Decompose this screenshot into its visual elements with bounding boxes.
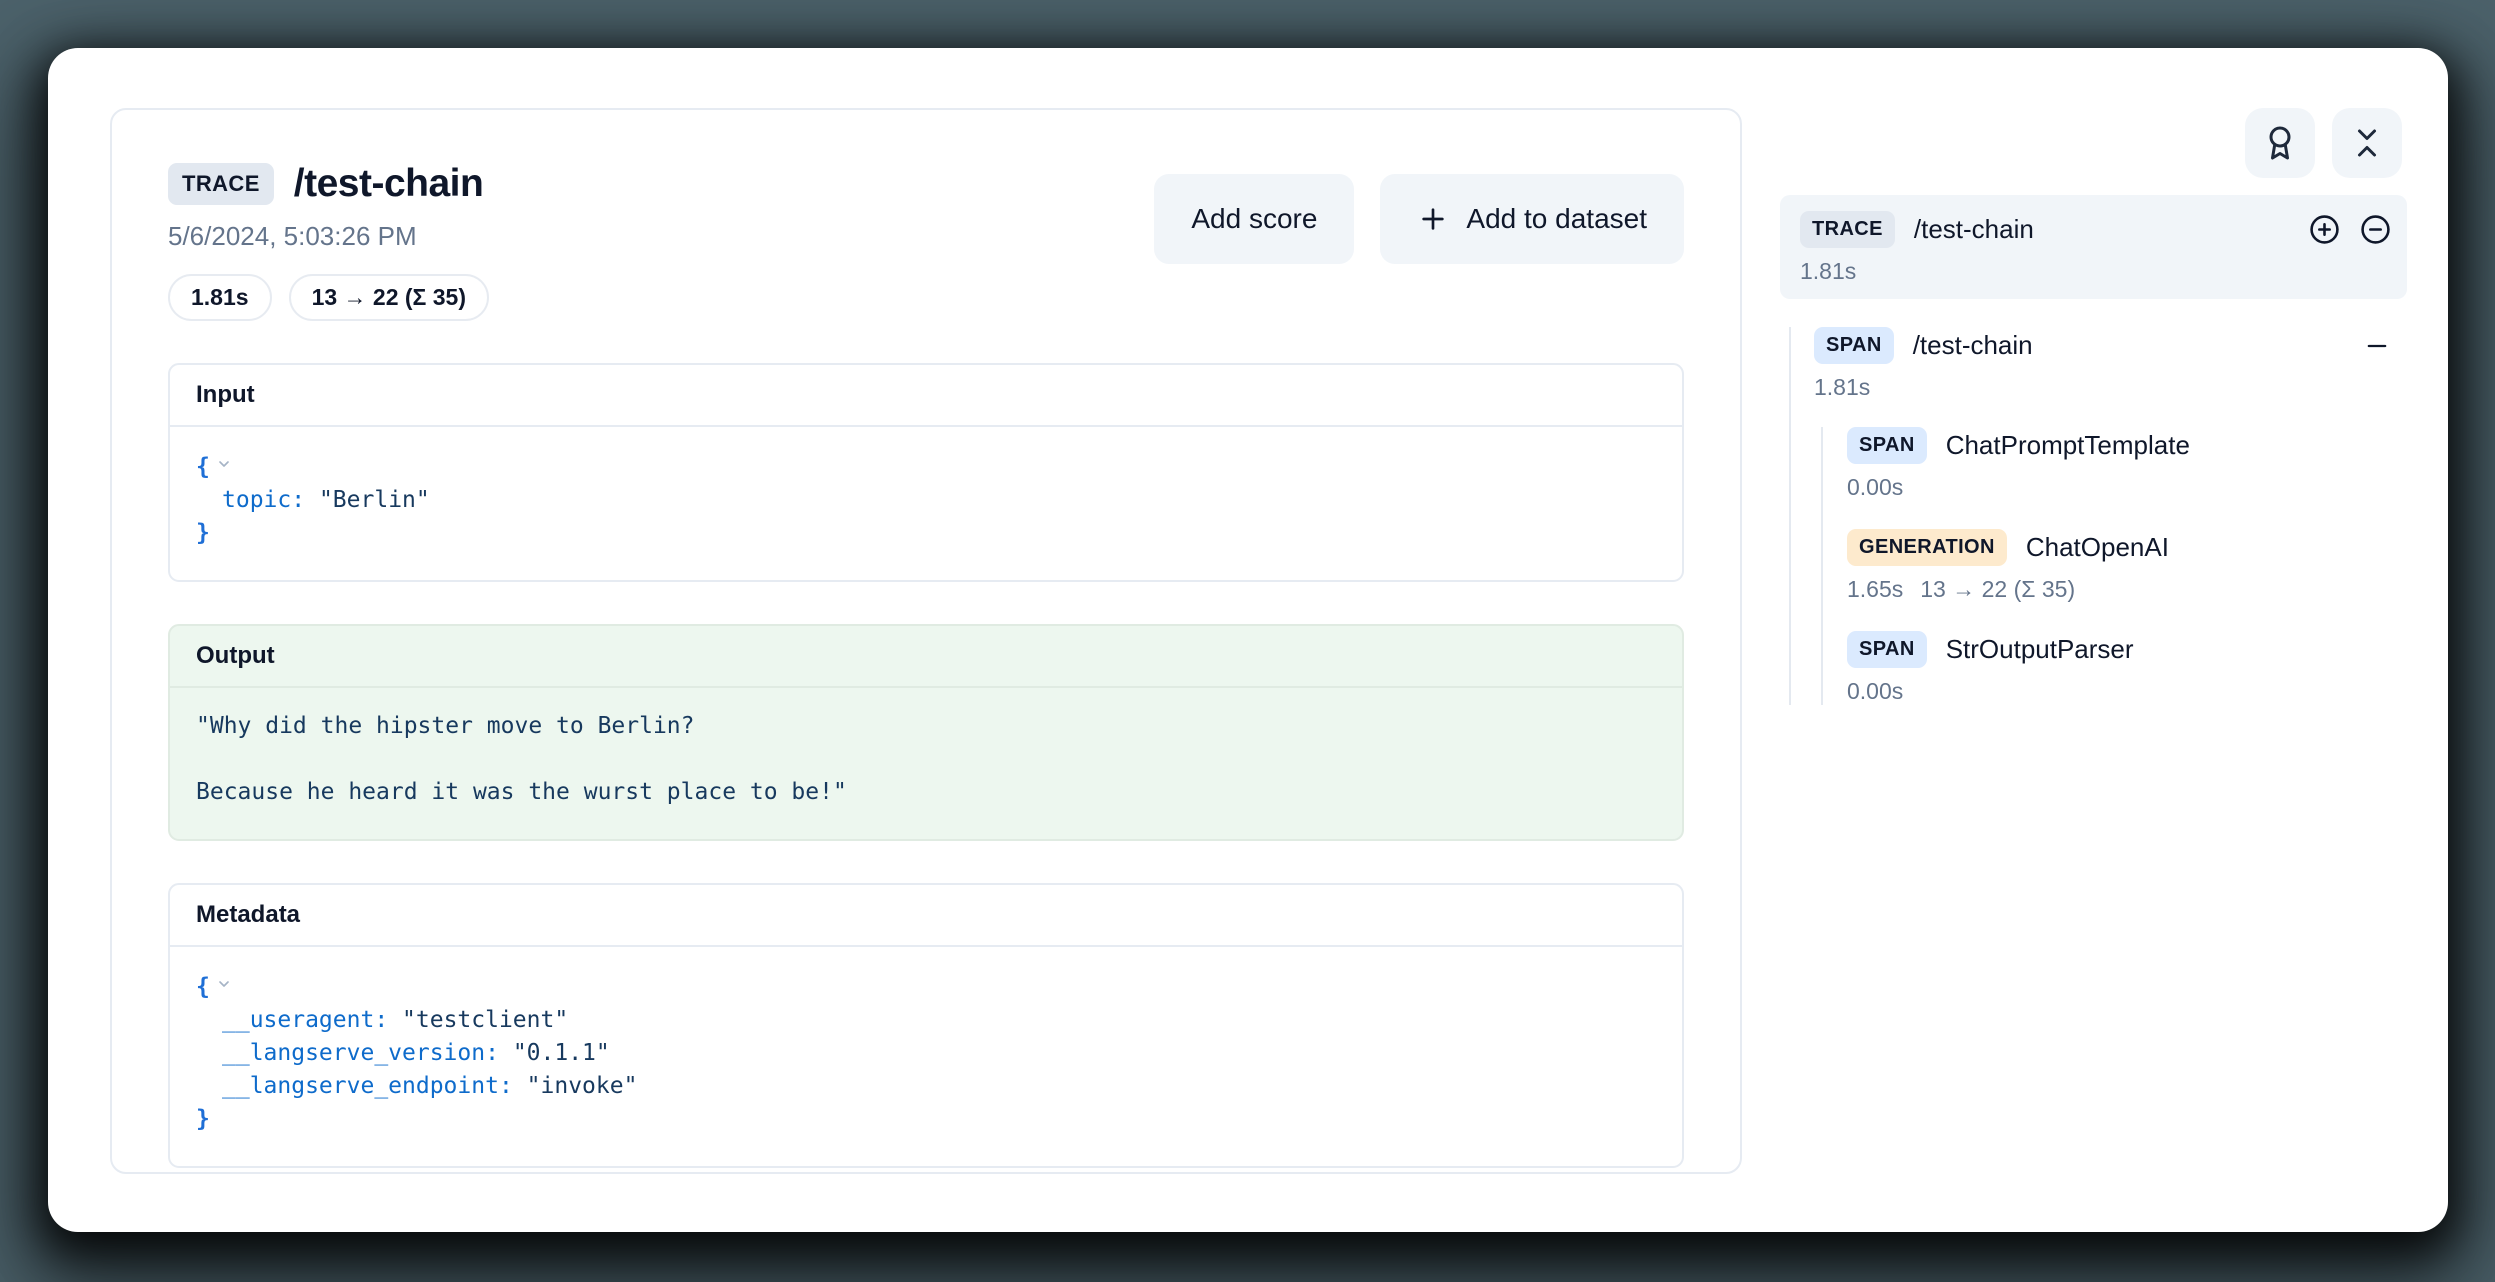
output-line-1: "Why did the hipster move to Berlin? — [196, 710, 1656, 743]
generation-badge: GENERATION — [1847, 529, 2007, 566]
tree-item-duration: 1.81s — [1800, 258, 2391, 285]
json-key: topic: — [222, 487, 305, 513]
token-usage-pill: 13 → 22 (Σ 35) — [289, 274, 489, 321]
award-icon — [2262, 125, 2298, 161]
annotate-button[interactable] — [2245, 108, 2315, 178]
input-panel: Input { topic: "Berlin" } — [168, 363, 1684, 582]
tree-item-duration: 0.00s — [1847, 678, 2407, 705]
span-badge: SPAN — [1814, 327, 1894, 364]
app-window: TRACE /test-chain 5/6/2024, 5:03:26 PM 1… — [48, 48, 2448, 1232]
tree-item-tokens: 13 → 22 (Σ 35) — [1920, 576, 2075, 602]
tree-item-chatprompttemplate[interactable]: SPAN ChatPromptTemplate 0.00s — [1847, 427, 2407, 501]
tree-item-name: /test-chain — [1913, 330, 2033, 361]
json-value: "invoke" — [527, 1073, 638, 1099]
tree-item-duration: 1.81s — [1814, 374, 2407, 401]
tree-item-duration: 1.65s13 → 22 (Σ 35) — [1847, 576, 2407, 603]
output-line-2: Because he heard it was the wurst place … — [196, 776, 1656, 809]
output-panel: Output "Why did the hipster move to Berl… — [168, 624, 1684, 841]
chevrons-down-up-icon — [2349, 125, 2385, 161]
trace-timestamp: 5/6/2024, 5:03:26 PM — [168, 221, 489, 252]
chevron-down-icon[interactable] — [216, 969, 232, 1002]
add-to-dataset-button[interactable]: Add to dataset — [1380, 174, 1684, 264]
tree-root-actions — [2309, 214, 2391, 245]
json-value: "0.1.1" — [513, 1040, 610, 1066]
trace-header-actions: Add score Add to dataset — [1154, 174, 1684, 264]
json-key: __useragent: — [222, 1007, 388, 1033]
json-close-brace: } — [196, 1106, 210, 1132]
span-badge: SPAN — [1847, 631, 1927, 668]
trace-header-left: TRACE /test-chain 5/6/2024, 5:03:26 PM 1… — [168, 162, 489, 321]
tree-item-name: /test-chain — [1914, 214, 2034, 245]
tree-level-1: SPAN /test-chain 1.81s SPAN ChatPromptTe… — [1789, 327, 2407, 705]
tree-item-name: StrOutputParser — [1946, 634, 2134, 665]
trace-stats-row: 1.81s 13 → 22 (Σ 35) — [168, 274, 489, 321]
trace-detail-card: TRACE /test-chain 5/6/2024, 5:03:26 PM 1… — [110, 108, 1742, 1174]
metadata-panel: Metadata { __useragent: "testclient" __l… — [168, 883, 1684, 1168]
json-key: __langserve_endpoint: — [222, 1073, 513, 1099]
tree-item-duration: 0.00s — [1847, 474, 2407, 501]
json-entry: __langserve_endpoint: "invoke" — [196, 1070, 1656, 1103]
tree-item-stroutputparser[interactable]: SPAN StrOutputParser 0.00s — [1847, 631, 2407, 705]
tree-item-span-root[interactable]: SPAN /test-chain 1.81s — [1814, 327, 2407, 401]
minus-icon[interactable] — [2363, 332, 2391, 360]
tree-item-chatopenai[interactable]: GENERATION ChatOpenAI 1.65s13 → 22 (Σ 35… — [1847, 529, 2407, 603]
output-blank-line — [196, 743, 1656, 776]
add-score-label: Add score — [1191, 203, 1317, 235]
json-entry: __useragent: "testclient" — [196, 1004, 1656, 1037]
metadata-panel-title: Metadata — [170, 885, 1682, 947]
metadata-json-viewer: { __useragent: "testclient" __langserve_… — [170, 947, 1682, 1166]
collapse-all-button[interactable] — [2332, 108, 2402, 178]
trace-header: TRACE /test-chain 5/6/2024, 5:03:26 PM 1… — [168, 162, 1684, 321]
input-json-viewer: { topic: "Berlin" } — [170, 427, 1682, 580]
json-key: __langserve_version: — [222, 1040, 499, 1066]
circle-plus-icon[interactable] — [2309, 214, 2340, 245]
trace-badge: TRACE — [1800, 211, 1895, 248]
page-title: /test-chain — [294, 162, 484, 206]
tree-level-2: SPAN ChatPromptTemplate 0.00s GENERATION… — [1821, 427, 2407, 705]
page-background: { "header": { "type_badge": "TRACE", "ti… — [0, 0, 2495, 1282]
trace-tree: TRACE /test-chain 1.81s SPAN /test-chain… — [1780, 195, 2407, 705]
latency-pill: 1.81s — [168, 274, 272, 321]
json-open-brace: { — [196, 454, 210, 480]
json-value: "testclient" — [402, 1007, 568, 1033]
json-entry: __langserve_version: "0.1.1" — [196, 1037, 1656, 1070]
json-open-brace: { — [196, 974, 210, 1000]
output-panel-title: Output — [170, 626, 1682, 688]
tree-item-trace-root[interactable]: TRACE /test-chain 1.81s — [1780, 195, 2407, 299]
json-close-brace: } — [196, 520, 210, 546]
span-badge: SPAN — [1847, 427, 1927, 464]
chevron-down-icon[interactable] — [216, 449, 232, 482]
add-score-button[interactable]: Add score — [1154, 174, 1354, 264]
trace-type-badge: TRACE — [168, 163, 274, 205]
output-content: "Why did the hipster move to Berlin? Bec… — [170, 688, 1682, 839]
tree-item-name: ChatPromptTemplate — [1946, 430, 2190, 461]
json-value: "Berlin" — [319, 487, 430, 513]
input-panel-title: Input — [170, 365, 1682, 427]
add-to-dataset-label: Add to dataset — [1466, 203, 1647, 235]
plus-icon — [1417, 203, 1449, 235]
circle-minus-icon[interactable] — [2360, 214, 2391, 245]
json-entry: topic: "Berlin" — [196, 484, 1656, 517]
tree-item-name: ChatOpenAI — [2026, 532, 2169, 563]
